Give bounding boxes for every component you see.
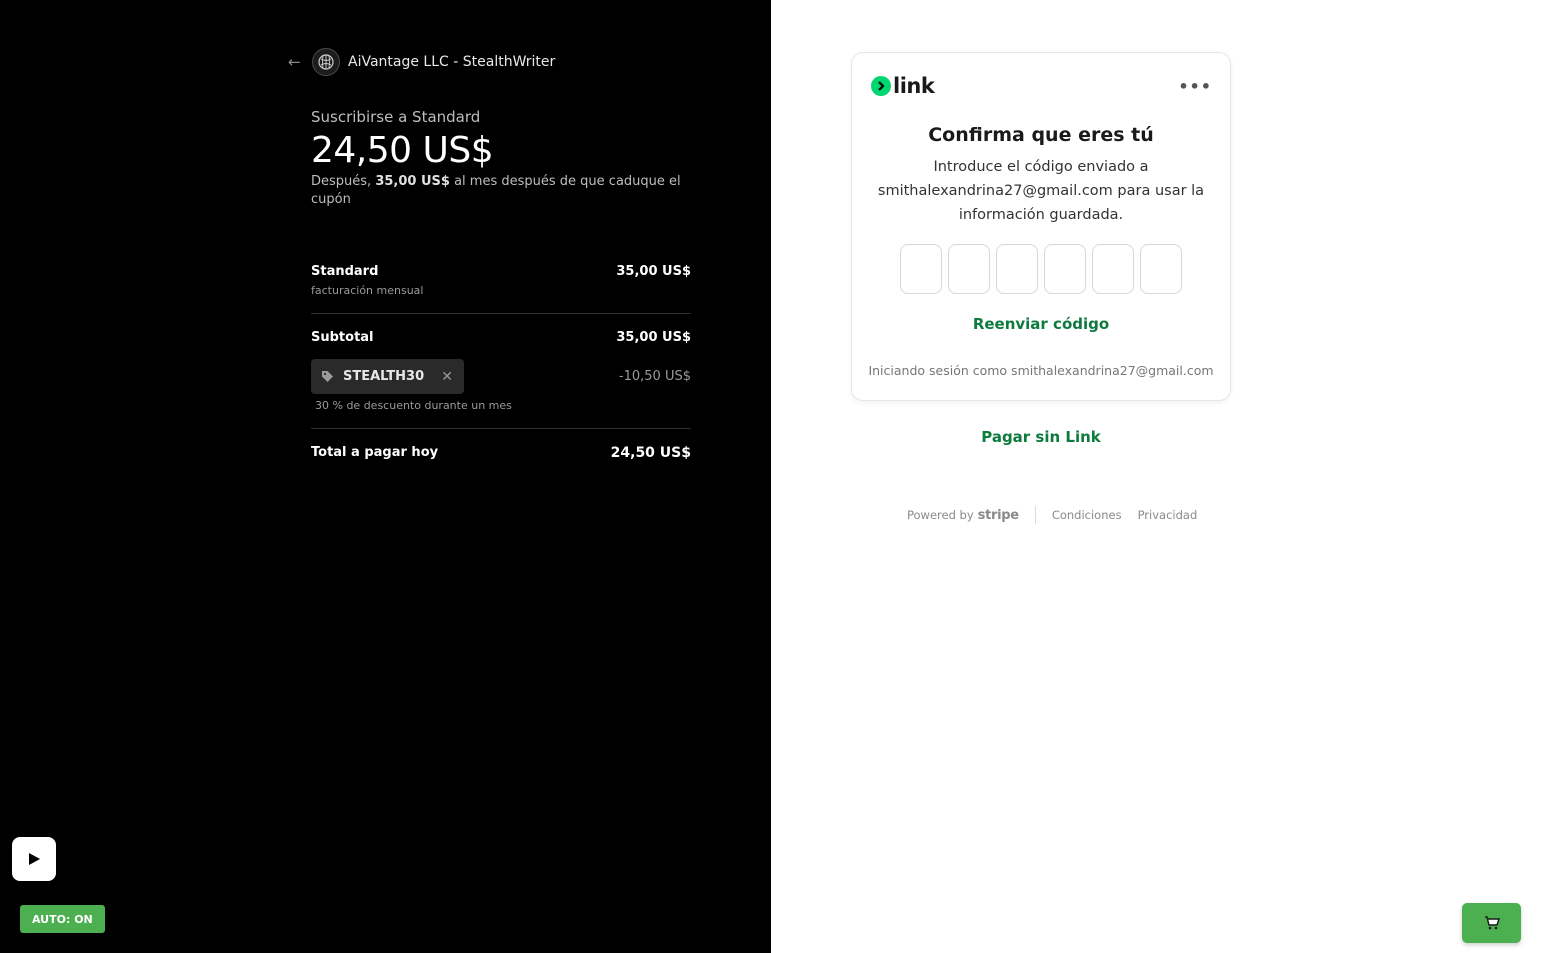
line-item-billing: facturación mensual bbox=[311, 284, 424, 297]
divider bbox=[311, 428, 691, 429]
subscribe-label: Suscribirse a Standard bbox=[311, 108, 481, 126]
subtotal-amount: 35,00 US$ bbox=[616, 330, 691, 345]
code-digit-5[interactable] bbox=[1092, 244, 1134, 294]
terms-link[interactable]: Condiciones bbox=[1052, 508, 1122, 522]
subtotal-row: Subtotal 35,00 US$ bbox=[311, 330, 691, 345]
play-button[interactable] bbox=[12, 837, 56, 881]
coupon-row: STEALTH30 ✕ -10,50 US$ bbox=[311, 359, 691, 394]
merchant-logo bbox=[312, 48, 340, 76]
code-digit-6[interactable] bbox=[1140, 244, 1182, 294]
subtotal-label: Subtotal bbox=[311, 330, 374, 345]
cart-icon bbox=[1484, 916, 1500, 930]
tag-icon bbox=[321, 370, 335, 384]
footer-divider bbox=[1034, 506, 1036, 524]
total-row: Total a pagar hoy 24,50 US$ bbox=[311, 445, 691, 461]
resend-code-button[interactable]: Reenviar código bbox=[852, 315, 1230, 333]
total-amount: 24,50 US$ bbox=[610, 445, 691, 461]
line-item-standard: Standard facturación mensual 35,00 US$ bbox=[311, 264, 691, 297]
code-digit-3[interactable] bbox=[996, 244, 1038, 294]
verification-code-input bbox=[900, 244, 1182, 294]
powered-by-stripe[interactable]: Powered by stripe bbox=[907, 508, 1019, 523]
merchant-header: ← AiVantage LLC - StealthWriter bbox=[288, 48, 555, 76]
price-today: 24,50 US$ bbox=[311, 130, 494, 171]
privacy-link[interactable]: Privacidad bbox=[1138, 508, 1198, 522]
play-icon bbox=[29, 853, 40, 865]
stripe-logo: stripe bbox=[977, 507, 1019, 523]
card-title: Confirma que eres tú bbox=[928, 124, 1154, 146]
auto-toggle-button[interactable]: AUTO: ON bbox=[20, 905, 105, 933]
cart-button[interactable] bbox=[1462, 903, 1521, 943]
order-summary-panel: ← AiVantage LLC - StealthWriter Suscribi… bbox=[0, 0, 771, 953]
total-label: Total a pagar hoy bbox=[311, 445, 439, 460]
back-arrow-icon[interactable]: ← bbox=[288, 53, 306, 71]
merchant-name: AiVantage LLC - StealthWriter bbox=[348, 54, 556, 70]
discount-amount: -10,50 US$ bbox=[618, 369, 691, 384]
subscription-summary: Suscribirse a Standard 24,50 US$ Después… bbox=[311, 108, 691, 209]
line-items: Standard facturación mensual 35,00 US$ S… bbox=[311, 264, 691, 461]
code-digit-4[interactable] bbox=[1044, 244, 1086, 294]
divider bbox=[311, 313, 691, 314]
after-coupon-text: Después, 35,00 US$ al mes después de que… bbox=[311, 174, 681, 207]
more-options-icon[interactable]: ••• bbox=[1178, 77, 1212, 96]
code-digit-1[interactable] bbox=[900, 244, 942, 294]
brain-icon bbox=[318, 54, 334, 70]
link-logo: link bbox=[871, 74, 935, 98]
signed-in-as-text: Iniciando sesión como smithalexandrina27… bbox=[868, 363, 1214, 378]
coupon-description: 30 % de descuento durante un mes bbox=[315, 399, 512, 412]
link-chevron-icon bbox=[871, 76, 891, 96]
line-item-amount: 35,00 US$ bbox=[616, 264, 691, 279]
line-item-name: Standard bbox=[311, 264, 379, 279]
pay-without-link-button[interactable]: Pagar sin Link bbox=[851, 428, 1231, 446]
link-verification-card: link ••• Confirma que eres tú Introduce … bbox=[851, 52, 1231, 401]
link-wordmark: link bbox=[893, 74, 935, 98]
coupon-code: STEALTH30 bbox=[343, 369, 425, 384]
remove-coupon-close-icon[interactable]: ✕ bbox=[440, 369, 454, 385]
coupon-chip[interactable]: STEALTH30 ✕ bbox=[311, 359, 465, 394]
footer: Powered by stripe Condiciones Privacidad bbox=[907, 505, 1213, 525]
card-description: Introduce el código enviado a smithalexa… bbox=[877, 159, 1205, 223]
code-digit-2[interactable] bbox=[948, 244, 990, 294]
